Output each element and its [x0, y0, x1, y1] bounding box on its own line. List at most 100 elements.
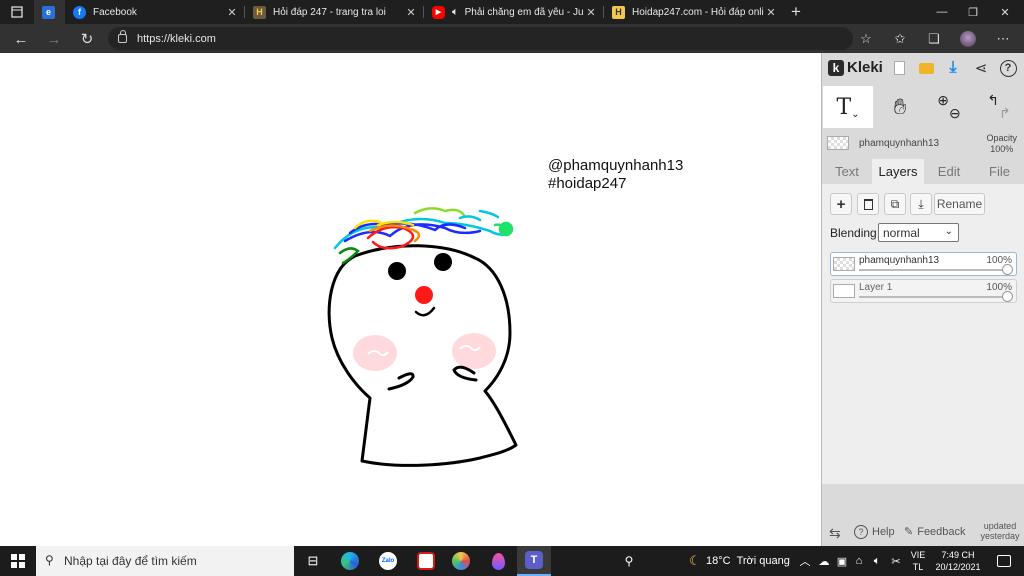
layer-opacity-slider[interactable] [859, 269, 1008, 271]
duplicate-layer-button[interactable]: ⧉ [884, 193, 906, 215]
tab-hoidap247[interactable]: H Hoidap247.com - Hỏi đáp online ✕ [604, 0, 782, 24]
tab-actions-icon[interactable] [0, 0, 34, 24]
tab-facebook[interactable]: f Facebook ✕ [65, 0, 243, 24]
blending-label: Blending [830, 226, 877, 240]
zalo-icon[interactable]: Zalo [374, 546, 402, 576]
time: 7:49 CH [941, 550, 975, 560]
taskbar-search[interactable]: ⚲ Nhập tại đây để tìm kiếm [36, 546, 294, 576]
chevron-down-icon: ⌄ [851, 108, 860, 120]
clock[interactable]: 7:49 CH 20/12/2021 [932, 549, 984, 573]
redo-icon[interactable]: ↱ [999, 105, 1011, 122]
slider-handle[interactable] [1002, 264, 1013, 275]
tab-youtube[interactable]: ▶ 🔈︎ Phải chăng em đã yêu - Juk ✕ [424, 0, 602, 24]
current-layer-info: phamquynhanh13 Opacity 100% [822, 131, 1024, 157]
favorites-icon[interactable]: ✩ [891, 30, 909, 48]
feedback-label: Feedback [917, 525, 966, 538]
swap-side-icon[interactable]: ⇆ [829, 525, 841, 542]
chevron-up-icon[interactable]: ︿ [797, 546, 813, 576]
open-folder-icon[interactable] [916, 58, 936, 78]
panel-footer: ⇆ ? Help ✎ Feedback updated yesterday [822, 519, 1024, 546]
layer-opacity-slider[interactable] [859, 296, 1008, 298]
text-tool-button[interactable]: T ⌄ [823, 86, 873, 128]
game-app-icon[interactable] [412, 546, 440, 576]
forward-icon[interactable]: → [43, 28, 65, 50]
tab-text[interactable]: Text [822, 159, 872, 184]
weather-widget[interactable]: 18°C Trời quang [706, 546, 792, 576]
undo-icon[interactable]: ↰ [987, 92, 999, 109]
add-favorite-icon[interactable]: ☆ [857, 30, 875, 48]
close-icon[interactable]: ✕ [404, 6, 418, 19]
speaker-icon[interactable]: 🔈︎ [452, 6, 459, 19]
new-tab-button[interactable]: + [784, 0, 808, 24]
signature-hashtag: #hoidap247 [548, 175, 627, 192]
paint-icon[interactable] [447, 546, 475, 576]
help-icon[interactable]: ? [998, 58, 1018, 78]
layer-item-layer-1[interactable]: Layer 1 100% [830, 279, 1017, 303]
zoom-in-icon[interactable]: ⊕ [937, 92, 949, 109]
refresh-icon[interactable]: ↻ [76, 28, 98, 50]
help-label: Help [872, 526, 895, 538]
tab-title: Facebook [93, 6, 137, 18]
layer-thumbnail [833, 257, 855, 271]
edge-taskbar-icon[interactable] [336, 546, 364, 576]
notifications-icon[interactable] [990, 546, 1018, 576]
keyboard-icon[interactable]: ✂︎ [887, 546, 905, 576]
tab-layers[interactable]: Layers [872, 159, 924, 184]
undo-redo-buttons[interactable]: ↰ ↱ [977, 86, 1021, 128]
merge-layer-button[interactable]: ⤓ [910, 193, 932, 215]
drop-app-icon[interactable] [484, 546, 512, 576]
blending-select[interactable]: normal ⌄ [878, 223, 959, 242]
delete-layer-button[interactable] [857, 193, 879, 215]
close-icon[interactable]: ✕ [764, 6, 778, 19]
more-icon[interactable]: ⋯ [994, 30, 1012, 48]
tab-title: Hoidap247.com - Hỏi đáp online [632, 6, 764, 18]
restore-icon[interactable]: ❐ [957, 0, 989, 24]
close-icon[interactable]: ✕ [584, 6, 598, 19]
taskbar: ⚲ Nhập tại đây để tìm kiếm ⊟ Zalo T ⚲ ☾ … [0, 546, 1024, 576]
moon-icon: ☾ [689, 553, 701, 568]
people-icon[interactable]: ⚲ [618, 546, 640, 576]
zoom-buttons[interactable]: ⊕ ⊖ [927, 86, 971, 128]
language-indicator[interactable]: VIE TL [906, 549, 930, 573]
date: 20/12/2021 [935, 562, 981, 572]
kleki-logo[interactable]: k Kleki [828, 59, 883, 76]
back-icon[interactable]: ← [10, 28, 32, 50]
add-layer-button[interactable]: + [830, 193, 852, 215]
download-icon[interactable]: ⤓ [943, 58, 963, 78]
layer-item-phamquynhanh13[interactable]: phamquynhanh13 100% [830, 252, 1017, 276]
zoom-out-icon[interactable]: ⊖ [949, 105, 961, 122]
tab-file[interactable]: File [974, 159, 1024, 184]
meet-icon[interactable]: ▣ [834, 546, 850, 576]
hand-tool-button[interactable]: ✋︎ [880, 86, 920, 128]
close-icon[interactable]: ✕ [225, 6, 239, 19]
tab-edit[interactable]: Edit [924, 159, 974, 184]
drawing-canvas[interactable]: @phamquynhanh13 #hoidap247 [0, 53, 821, 546]
rename-layer-button[interactable]: Rename [934, 193, 985, 215]
address-bar[interactable]: https://kleki.com [108, 27, 853, 50]
avatar[interactable] [959, 30, 977, 48]
collections-icon[interactable]: ❏ [925, 30, 943, 48]
task-view-icon[interactable]: ⊟ [300, 546, 326, 576]
navigation-bar: ← → ↻ https://kleki.com ☆ ✩ ❏ ⋯ [0, 24, 1024, 53]
layer-name: phamquynhanh13 [859, 255, 940, 266]
share-icon[interactable]: ⋖ [971, 58, 991, 78]
close-window-icon[interactable]: ✕ [989, 0, 1021, 24]
opacity-value: 100% [990, 144, 1014, 154]
layer-name: Layer 1 [859, 282, 893, 293]
search-icon: ⚲ [45, 553, 54, 567]
feedback-link[interactable]: ✎ Feedback [904, 525, 966, 539]
network-icon[interactable]: ⌂ [851, 546, 867, 576]
current-layer-name: phamquynhanh13 [859, 138, 940, 149]
kleki-logo-icon: k [828, 59, 844, 76]
teams-icon[interactable]: T [517, 546, 551, 576]
new-image-icon[interactable] [889, 58, 909, 78]
volume-icon[interactable]: 🔈︎ [868, 546, 886, 576]
tab-hoidap[interactable]: H Hỏi đáp 247 - trang tra loi ✕ [245, 0, 422, 24]
windows-start-icon[interactable] [0, 546, 36, 576]
tab-kleki[interactable]: e [34, 0, 65, 24]
edge-icon: e [42, 5, 55, 19]
minimize-icon[interactable]: — [926, 0, 958, 24]
cloud-icon[interactable]: ☁︎ [815, 546, 833, 576]
help-link[interactable]: ? Help [854, 525, 895, 539]
slider-handle[interactable] [1002, 291, 1013, 302]
